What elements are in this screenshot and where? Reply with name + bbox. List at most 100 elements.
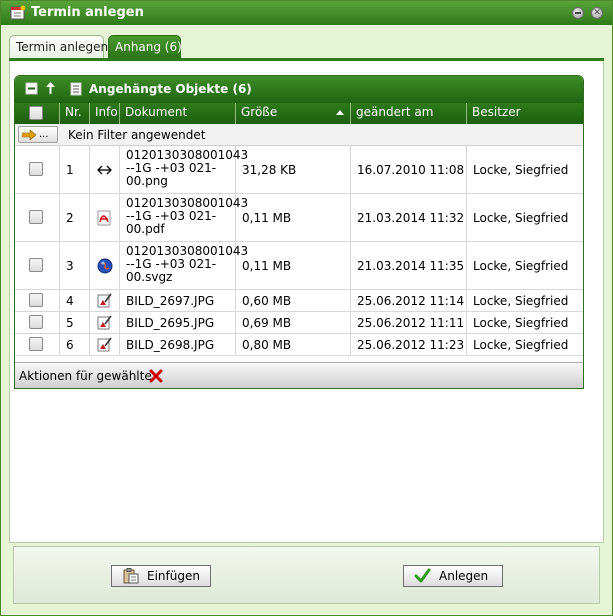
row-geaendert-cell: 25.06.2012 11:14	[351, 290, 467, 311]
row-select-cell	[15, 312, 60, 333]
einfuegen-label: Einfügen	[147, 569, 200, 583]
row-groesse-cell: 0,60 MB	[236, 290, 351, 311]
row-checkbox[interactable]	[29, 210, 43, 224]
row-geaendert-cell: 25.06.2012 11:23	[351, 334, 467, 355]
row-nr: 2	[66, 211, 74, 225]
row-dokument[interactable]: BILD_2698.JPG	[126, 338, 214, 352]
clipboard-paste-icon	[123, 568, 139, 584]
header-nr[interactable]: Nr.	[60, 103, 90, 124]
header-dokument[interactable]: Dokument	[120, 103, 236, 124]
row-dokument[interactable]: BILD_2697.JPG	[126, 294, 214, 308]
row-geaendert: 25.06.2012 11:14	[357, 294, 465, 308]
row-geaendert-cell: 25.06.2012 11:11	[351, 312, 467, 333]
row-geaendert-cell: 16.07.2010 11:08	[351, 146, 467, 193]
row-nr: 6	[66, 338, 74, 352]
row-nr: 3	[66, 259, 74, 273]
row-besitzer: Locke, Siegfried	[473, 294, 569, 308]
image-icon[interactable]	[97, 337, 112, 352]
delete-icon[interactable]	[149, 369, 163, 383]
image-icon[interactable]	[97, 293, 112, 308]
row-geaendert: 16.07.2010 11:08	[357, 163, 465, 177]
header-geaendert[interactable]: geändert am	[351, 103, 467, 124]
document-list-icon	[70, 82, 82, 96]
dialog-window: Termin anlegen ✕ Termin anlegen Anhang (…	[0, 0, 613, 616]
table-row[interactable]: 4 BILD_2697.JPG 0,60 MB 25.06.2012 11:14…	[15, 290, 583, 312]
row-dokument[interactable]: 0120130308001043 --1G -+03 021- 00.png	[126, 149, 248, 188]
row-geaendert: 21.03.2014 11:35	[357, 259, 465, 273]
actions-label: Aktionen für gewählte:	[19, 369, 156, 383]
minimize-icon	[575, 12, 581, 14]
row-groesse: 0,11 MB	[242, 259, 292, 273]
attachments-panel: Angehängte Objekte (6) Nr. Info Dokument…	[14, 75, 584, 389]
table-header: Nr. Info Dokument Größe geändert am Besi…	[15, 103, 583, 124]
row-checkbox[interactable]	[29, 315, 43, 329]
row-select-cell	[15, 146, 60, 193]
table-row[interactable]: 2 0120130308001043 --1G -+03 021- 00.pdf…	[15, 194, 583, 242]
row-dokument[interactable]: 0120130308001043 --1G -+03 021- 00.pdf	[126, 197, 248, 236]
table-row[interactable]: 5 BILD_2695.JPG 0,69 MB 25.06.2012 11:11…	[15, 312, 583, 334]
row-groesse-cell: 0,11 MB	[236, 194, 351, 241]
row-besitzer: Locke, Siegfried	[473, 259, 569, 273]
row-info-cell	[90, 290, 120, 311]
row-select-cell	[15, 242, 60, 289]
row-besitzer-cell: Locke, Siegfried	[467, 312, 583, 333]
row-nr-cell: 1	[60, 146, 90, 193]
table-row[interactable]: 6 BILD_2698.JPG 0,80 MB 25.06.2012 11:23…	[15, 334, 583, 356]
row-checkbox[interactable]	[29, 337, 43, 351]
row-dokument[interactable]: 0120130308001043 --1G -+03 021- 00.svgz	[126, 245, 248, 284]
row-info-cell	[90, 242, 120, 289]
sort-ascending-icon	[336, 110, 344, 115]
panel-title: Angehängte Objekte (6)	[89, 82, 252, 96]
row-select-cell	[15, 290, 60, 311]
header-besitzer[interactable]: Besitzer	[467, 103, 583, 124]
row-besitzer: Locke, Siegfried	[473, 211, 569, 225]
row-checkbox[interactable]	[29, 293, 43, 307]
row-groesse-cell: 31,28 KB	[236, 146, 351, 193]
row-besitzer-cell: Locke, Siegfried	[467, 242, 583, 289]
table-row[interactable]: 1 0120130308001043 --1G -+03 021- 00.png…	[15, 146, 583, 194]
row-groesse-cell: 0,80 MB	[236, 334, 351, 355]
row-groesse-cell: 0,69 MB	[236, 312, 351, 333]
einfuegen-button[interactable]: Einfügen	[111, 565, 211, 587]
row-groesse: 31,28 KB	[242, 163, 297, 177]
minimize-button[interactable]	[572, 7, 584, 19]
row-nr-cell: 6	[60, 334, 90, 355]
row-geaendert-cell: 21.03.2014 11:35	[351, 242, 467, 289]
anlegen-label: Anlegen	[439, 569, 489, 583]
row-dokument-cell: BILD_2695.JPG	[120, 312, 236, 333]
select-all-checkbox[interactable]	[29, 106, 43, 120]
calendar-new-icon	[10, 5, 26, 20]
close-button[interactable]: ✕	[591, 7, 603, 19]
row-besitzer-cell: Locke, Siegfried	[467, 146, 583, 193]
panel-header: Angehängte Objekte (6)	[15, 76, 583, 103]
header-groesse[interactable]: Größe	[236, 103, 351, 124]
row-info-cell	[90, 312, 120, 333]
collapse-icon[interactable]	[25, 82, 38, 95]
globe-icon[interactable]	[97, 258, 113, 274]
row-info-cell	[90, 194, 120, 241]
anlegen-button[interactable]: Anlegen	[403, 565, 503, 587]
filter-button-label: ...	[39, 129, 49, 140]
arrow-up-icon[interactable]	[44, 82, 57, 95]
tab-anhang[interactable]: Anhang (6)	[108, 35, 182, 59]
checkmark-icon	[414, 568, 431, 583]
filter-arrow-icon	[22, 130, 36, 140]
row-dokument[interactable]: BILD_2695.JPG	[126, 316, 214, 330]
row-geaendert-cell: 21.03.2014 11:32	[351, 194, 467, 241]
arrows-icon[interactable]	[96, 163, 113, 177]
actions-bar: Aktionen für gewählte:	[15, 362, 583, 388]
header-info[interactable]: Info	[90, 103, 120, 124]
row-groesse: 0,11 MB	[242, 211, 292, 225]
row-nr: 5	[66, 316, 74, 330]
row-checkbox[interactable]	[29, 258, 43, 272]
row-checkbox[interactable]	[29, 162, 43, 176]
filter-button[interactable]: ...	[18, 126, 58, 143]
table-row[interactable]: 3 0120130308001043 --1G -+03 021- 00.svg…	[15, 242, 583, 290]
row-geaendert: 25.06.2012 11:11	[357, 316, 465, 330]
title-bar[interactable]: Termin anlegen ✕	[1, 1, 612, 25]
row-groesse: 0,60 MB	[242, 294, 292, 308]
pdf-icon[interactable]	[97, 210, 112, 226]
row-besitzer: Locke, Siegfried	[473, 316, 569, 330]
image-icon[interactable]	[97, 315, 112, 330]
tab-termin-anlegen[interactable]: Termin anlegen	[9, 35, 108, 59]
